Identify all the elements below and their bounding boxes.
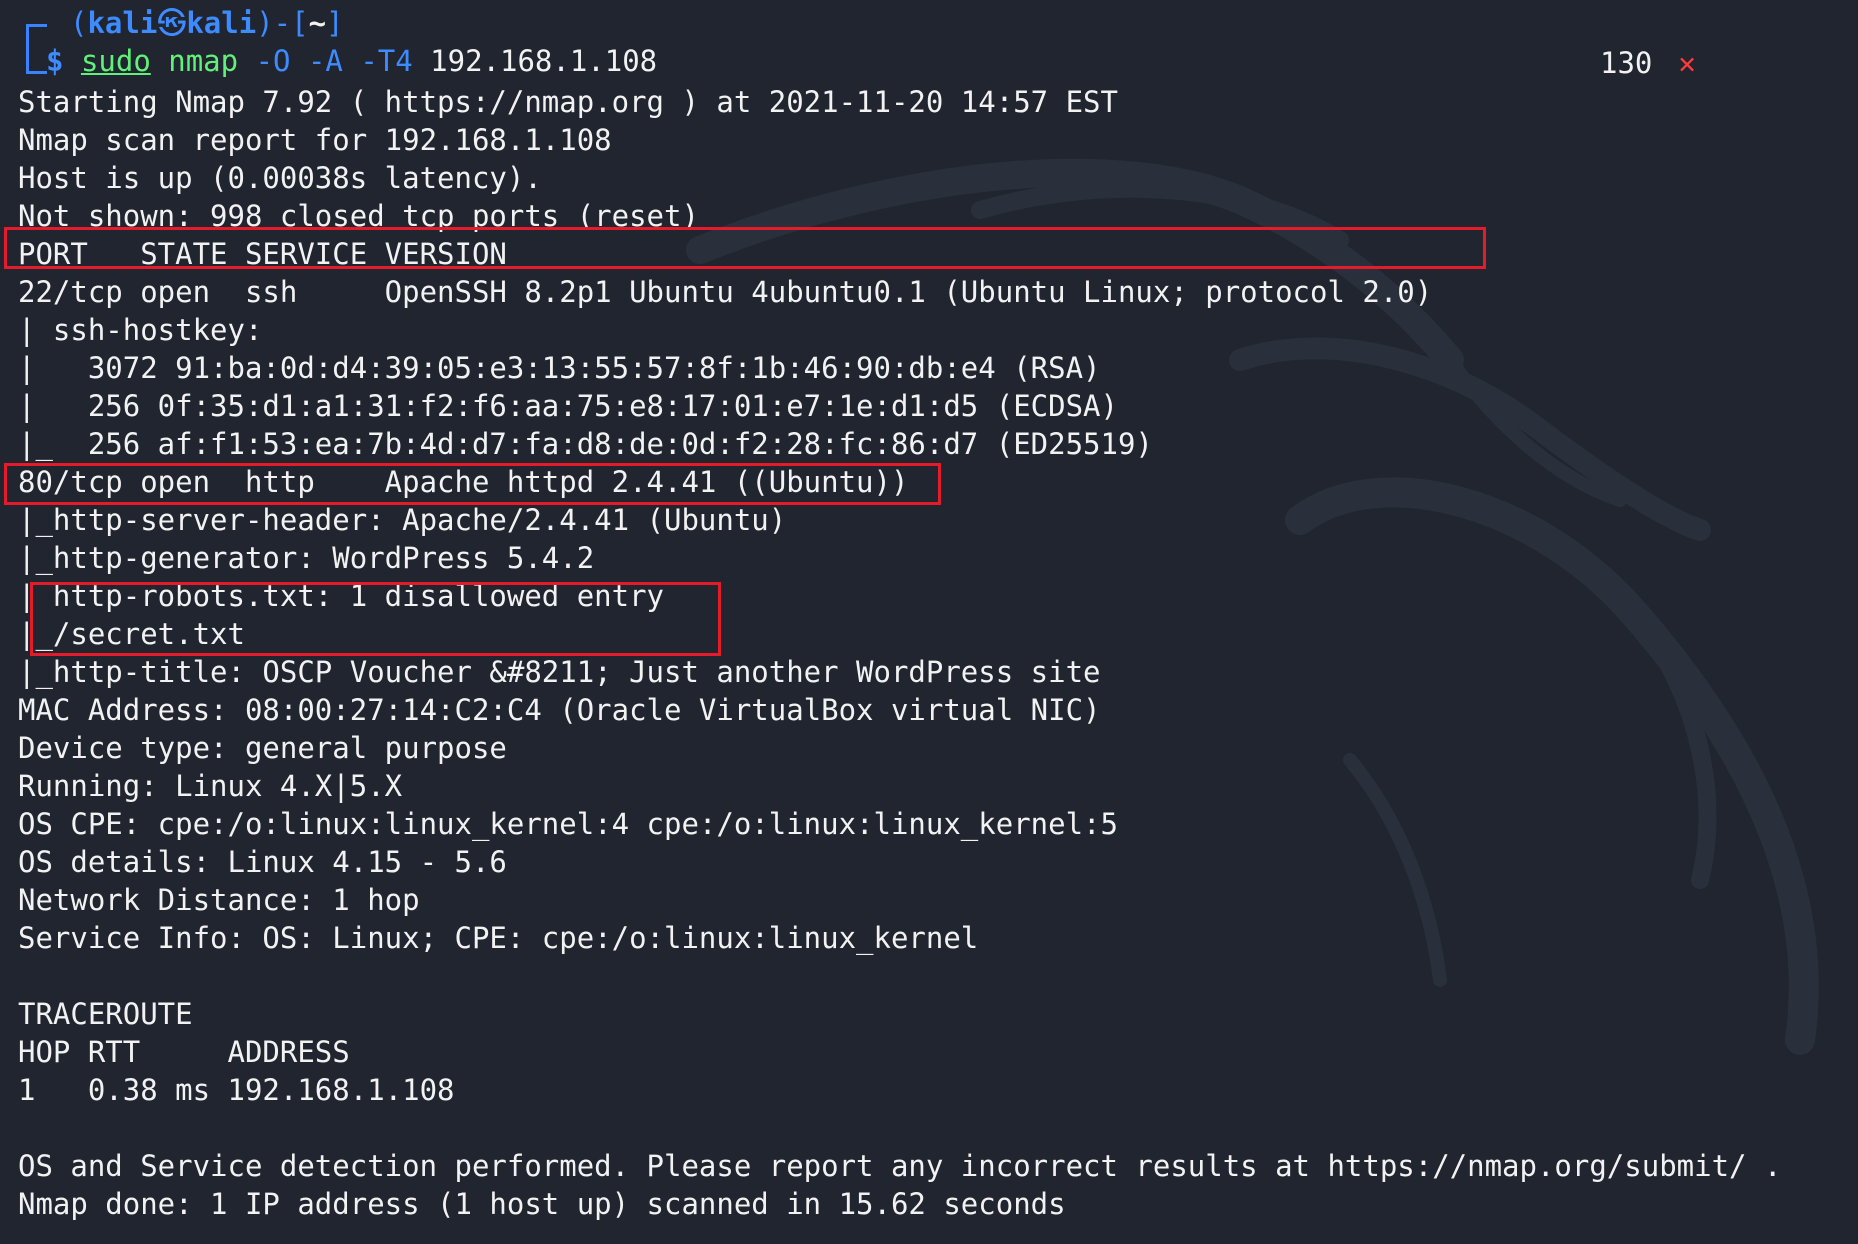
exit-code: 130 bbox=[1600, 46, 1653, 80]
terminal-window[interactable]: (kali㉿kali)-[~] $ sudo nmap -O -A -T4 19… bbox=[0, 0, 1858, 1244]
prompt-paren-open: ( bbox=[70, 6, 88, 40]
prompt-cwd: ~ bbox=[308, 6, 327, 40]
output-line: OS CPE: cpe:/o:linux:linux_kernel:4 cpe:… bbox=[18, 807, 1118, 841]
prompt-command-line[interactable]: $ sudo nmap -O -A -T4 192.168.1.108 bbox=[46, 42, 657, 80]
prompt-corner-bracket bbox=[26, 24, 47, 74]
output-line: Running: Linux 4.X|5.X bbox=[18, 769, 403, 803]
output-line: TRACEROUTE bbox=[18, 997, 193, 1031]
output-line: Device type: general purpose bbox=[18, 731, 507, 765]
command-flags: -O -A -T4 bbox=[255, 44, 413, 78]
prompt-dollar: $ bbox=[46, 44, 64, 78]
output-line: Starting Nmap 7.92 ( https://nmap.org ) … bbox=[18, 85, 1118, 119]
exit-status: 130 ✕ bbox=[1600, 44, 1696, 82]
command-target: 192.168.1.108 bbox=[430, 44, 658, 78]
prompt-separator: )-[ bbox=[256, 6, 309, 40]
output-line: OS details: Linux 4.15 - 5.6 bbox=[18, 845, 507, 879]
output-line: 22/tcp open ssh OpenSSH 8.2p1 Ubuntu 4ub… bbox=[18, 275, 1433, 309]
output-line: 1 0.38 ms 192.168.1.108 bbox=[18, 1073, 455, 1107]
output-line: OS and Service detection performed. Plea… bbox=[18, 1149, 1782, 1183]
output-line: | 256 0f:35:d1:a1:31:f2:f6:aa:75:e8:17:0… bbox=[18, 389, 1118, 423]
output-line: Nmap done: 1 IP address (1 host up) scan… bbox=[18, 1187, 1066, 1221]
output-line: PORT STATE SERVICE VERSION bbox=[18, 237, 507, 271]
command-output: Starting Nmap 7.92 ( https://nmap.org ) … bbox=[18, 83, 1848, 1223]
output-line: Service Info: OS: Linux; CPE: cpe:/o:lin… bbox=[18, 921, 979, 955]
output-line: Host is up (0.00038s latency). bbox=[18, 161, 542, 195]
output-line: |_http-server-header: Apache/2.4.41 (Ubu… bbox=[18, 503, 787, 537]
output-line: |_/secret.txt bbox=[18, 617, 245, 651]
output-line: Nmap scan report for 192.168.1.108 bbox=[18, 123, 612, 157]
prompt-user: kali bbox=[87, 6, 158, 40]
output-line: |_ 256 af:f1:53:ea:7b:4d:d7:fa:d8:de:0d:… bbox=[18, 427, 1153, 461]
output-line: Not shown: 998 closed tcp ports (reset) bbox=[18, 199, 699, 233]
output-line: |_http-title: OSCP Voucher &#8211; Just … bbox=[18, 655, 1101, 689]
output-line: Network Distance: 1 hop bbox=[18, 883, 420, 917]
output-line: 80/tcp open http Apache httpd 2.4.41 ((U… bbox=[18, 465, 909, 499]
output-line: | ssh-hostkey: bbox=[18, 313, 280, 347]
output-line: MAC Address: 08:00:27:14:C2:C4 (Oracle V… bbox=[18, 693, 1101, 727]
prompt-header-line: (kali㉿kali)-[~] bbox=[70, 4, 344, 42]
prompt-host: kali bbox=[186, 6, 257, 40]
output-line: | 3072 91:ba:0d:d4:39:05:e3:13:55:57:8f:… bbox=[18, 351, 1101, 385]
close-x-icon: ✕ bbox=[1678, 46, 1696, 80]
command-sudo: sudo bbox=[80, 44, 151, 78]
prompt-bracket-close: ] bbox=[326, 6, 344, 40]
kali-at-icon: ㉿ bbox=[157, 6, 187, 40]
output-line: HOP RTT ADDRESS bbox=[18, 1035, 350, 1069]
shell-prompt: (kali㉿kali)-[~] $ sudo nmap -O -A -T4 19… bbox=[18, 4, 1838, 84]
output-line: | http-robots.txt: 1 disallowed entry bbox=[18, 579, 682, 613]
output-line: |_http-generator: WordPress 5.4.2 bbox=[18, 541, 595, 575]
command-nmap: nmap bbox=[168, 44, 239, 78]
